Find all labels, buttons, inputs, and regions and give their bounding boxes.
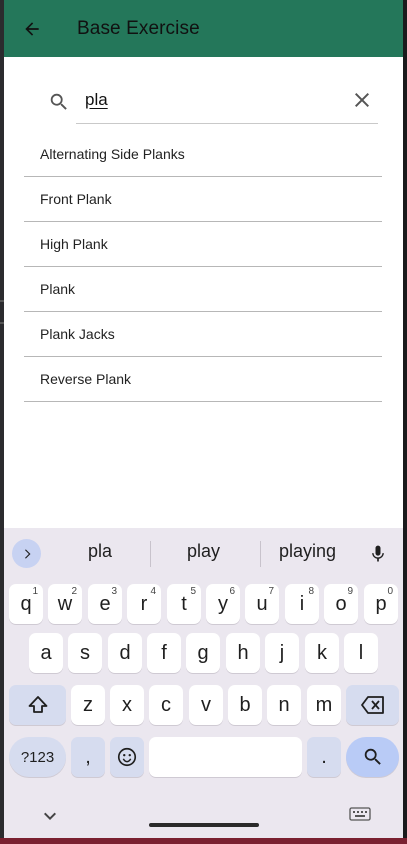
search-input[interactable] <box>76 76 378 124</box>
key-d[interactable]: d <box>108 633 142 673</box>
key-x[interactable]: x <box>110 685 144 725</box>
list-item[interactable]: Alternating Side Planks <box>24 132 382 177</box>
key-v[interactable]: v <box>189 685 223 725</box>
list-item[interactable]: Reverse Plank <box>24 357 382 402</box>
arrow-back-icon <box>25 21 39 36</box>
key-y[interactable]: y6 <box>206 584 240 624</box>
key-r[interactable]: r4 <box>127 584 161 624</box>
suggestion-2[interactable]: play <box>187 541 220 562</box>
key-b[interactable]: b <box>228 685 262 725</box>
phone-screen: Base Exercise pla Alternating Side Plank… <box>4 0 403 838</box>
key-o[interactable]: o9 <box>324 584 358 624</box>
emoji-icon <box>117 747 137 767</box>
search-icon <box>364 748 381 765</box>
key-e[interactable]: e3 <box>88 584 122 624</box>
suggestion-bar: pla play playing <box>4 528 403 578</box>
page-title: Base Exercise <box>77 17 200 39</box>
chevron-right-icon <box>24 548 30 559</box>
keyboard-icon[interactable] <box>348 806 372 824</box>
key-s[interactable]: s <box>68 633 102 673</box>
suggestion-3[interactable]: playing <box>279 541 336 562</box>
navigation-bar <box>4 796 403 838</box>
desktop-edge-right <box>403 0 407 844</box>
search-icon <box>50 93 67 110</box>
search-action-key[interactable] <box>346 737 399 777</box>
shift-icon <box>28 696 47 713</box>
home-gesture-handle[interactable] <box>149 823 259 827</box>
microphone-icon[interactable] <box>368 541 388 567</box>
key-n[interactable]: n <box>267 685 301 725</box>
app-bar: Base Exercise <box>4 0 403 57</box>
back-button[interactable] <box>4 0 60 57</box>
key-g[interactable]: g <box>186 633 220 673</box>
key-f[interactable]: f <box>147 633 181 673</box>
chevron-down-icon[interactable] <box>38 804 62 828</box>
key-q[interactable]: q1 <box>9 584 43 624</box>
key-t[interactable]: t5 <box>167 584 201 624</box>
symbols-key[interactable]: ?123 <box>9 737 66 777</box>
suggestion-divider <box>150 541 151 567</box>
backspace-icon <box>360 696 384 714</box>
expand-toolbar-button[interactable] <box>12 539 41 568</box>
space-key[interactable] <box>149 737 302 777</box>
key-a[interactable]: a <box>29 633 63 673</box>
key-l[interactable]: l <box>344 633 378 673</box>
close-icon[interactable] <box>350 88 374 112</box>
comma-key[interactable]: , <box>71 737 105 777</box>
key-j[interactable]: j <box>265 633 299 673</box>
soft-keyboard: pla play playing q1 w2 e3 r4 t5 y6 u7 i8… <box>4 528 403 838</box>
desktop-bottom-strip <box>0 838 407 844</box>
key-u[interactable]: u7 <box>245 584 279 624</box>
suggestion-1[interactable]: pla <box>88 541 112 562</box>
list-item[interactable]: High Plank <box>24 222 382 267</box>
shift-key[interactable] <box>9 685 66 725</box>
suggestion-divider <box>260 541 261 567</box>
key-p[interactable]: p0 <box>364 584 398 624</box>
key-i[interactable]: i8 <box>285 584 319 624</box>
list-item[interactable]: Plank Jacks <box>24 312 382 357</box>
search-row: pla <box>40 76 378 125</box>
key-w[interactable]: w2 <box>48 584 82 624</box>
period-key[interactable]: . <box>307 737 341 777</box>
list-item[interactable]: Front Plank <box>24 177 382 222</box>
emoji-key[interactable] <box>110 737 144 777</box>
list-item[interactable]: Plank <box>24 267 382 312</box>
search-input-value[interactable]: pla <box>85 90 108 110</box>
key-z[interactable]: z <box>71 685 105 725</box>
backspace-key[interactable] <box>346 685 399 725</box>
key-c[interactable]: c <box>149 685 183 725</box>
results-list: Alternating Side Planks Front Plank High… <box>24 132 382 402</box>
key-m[interactable]: m <box>307 685 341 725</box>
key-k[interactable]: k <box>305 633 339 673</box>
key-h[interactable]: h <box>226 633 260 673</box>
